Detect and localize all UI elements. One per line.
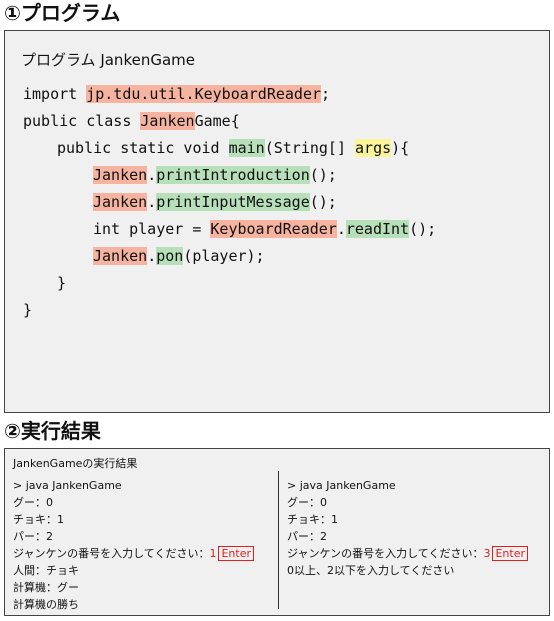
highlighted-token: printIntroduction: [156, 166, 310, 184]
code-line: import jp.tdu.util.KeyboardReader;: [23, 83, 330, 105]
code-token: (player);: [183, 247, 265, 265]
output-line: グー：0: [13, 496, 53, 509]
output-line: 計算機の勝ち: [13, 598, 79, 611]
result-title: JankenGameの実行結果: [13, 457, 138, 470]
result-panel: JankenGameの実行結果 > java JankenGame グー：0 チョキ…: [4, 448, 550, 616]
code-line: public class JankenGame{: [23, 110, 240, 132]
highlighted-token: readInt: [345, 220, 410, 238]
highlighted-token: Janken: [93, 247, 148, 265]
output-line: 計算機：グー: [13, 581, 79, 594]
code-line: Janken.printIntroduction();: [93, 164, 337, 186]
code-token: public static void: [57, 139, 229, 157]
output-line: ジャンケンの番号を入力してください：3 Enter: [287, 545, 528, 562]
code-line: int player = KeyboardReader.readInt();: [93, 218, 436, 240]
highlighted-token: KeyboardReader: [210, 220, 337, 238]
highlighted-token: Janken: [93, 166, 148, 184]
output-line: チョキ：1: [287, 513, 338, 526]
result-left-column: > java JankenGame グー：0 チョキ：1 パー：2 ジャンケンの番号を入…: [13, 477, 254, 613]
code-token: ();: [309, 166, 337, 184]
code-token: .: [336, 220, 346, 238]
result-heading: ②実行結果: [4, 419, 101, 443]
highlighted-token: printInputMessage: [156, 193, 310, 211]
highlighted-token: pon: [156, 247, 184, 265]
code-line: }: [57, 272, 66, 294]
output-line: パー：2: [13, 530, 53, 543]
output-line: 人間：チョキ: [13, 564, 79, 577]
output-line: グー：0: [287, 496, 327, 509]
code-token: ){: [391, 139, 410, 157]
output-line: パー：2: [287, 530, 327, 543]
highlighted-token: jp.tdu.util.KeyboardReader: [86, 85, 322, 103]
user-input: 1: [209, 547, 217, 560]
code-token: ();: [409, 220, 437, 238]
user-input: 3: [483, 547, 491, 560]
code-token: int player =: [93, 220, 211, 238]
code-line: }: [23, 299, 32, 321]
code-line: Janken.printInputMessage();: [93, 191, 337, 213]
code-token: }: [23, 301, 33, 319]
code-token: .: [147, 166, 157, 184]
result-right-column: > java JankenGame グー：0 チョキ：1 パー：2 ジャンケンの番号を入…: [287, 477, 528, 579]
output-line: 0以上、2以下を入力してください: [287, 564, 455, 577]
code-token: public class: [23, 112, 141, 130]
output-line: チョキ：1: [13, 513, 64, 526]
program-heading: ①プログラム: [4, 1, 121, 25]
highlighted-token: Janken: [93, 193, 148, 211]
code-token: .: [147, 193, 157, 211]
program-panel: プログラム JankenGame import jp.tdu.util.Keyb…: [4, 30, 550, 413]
code-line: public static void main(String[] args){: [57, 137, 409, 159]
output-line: > java JankenGame: [287, 479, 396, 492]
code-token: }: [57, 274, 67, 292]
program-title: プログラム JankenGame: [21, 51, 195, 69]
output-line: ジャンケンの番号を入力してください：1 Enter: [13, 545, 254, 562]
enter-key-badge: Enter: [492, 546, 528, 561]
output-line: > java JankenGame: [13, 479, 122, 492]
prompt-text: ジャンケンの番号を入力してください：: [13, 547, 210, 560]
code-token: .: [147, 247, 157, 265]
highlighted-token: Janken: [140, 112, 195, 130]
code-token: (String[]: [264, 139, 356, 157]
code-token: import: [23, 85, 87, 103]
column-divider: [278, 471, 279, 609]
prompt-text: ジャンケンの番号を入力してください：: [287, 547, 484, 560]
highlighted-token: args: [355, 139, 392, 157]
code-token: ();: [309, 193, 337, 211]
enter-key-badge: Enter: [218, 546, 254, 561]
code-line: Janken.pon(player);: [93, 245, 265, 267]
highlighted-token: main: [228, 139, 265, 157]
code-token: ;: [321, 85, 331, 103]
code-token: Game{: [194, 112, 240, 130]
